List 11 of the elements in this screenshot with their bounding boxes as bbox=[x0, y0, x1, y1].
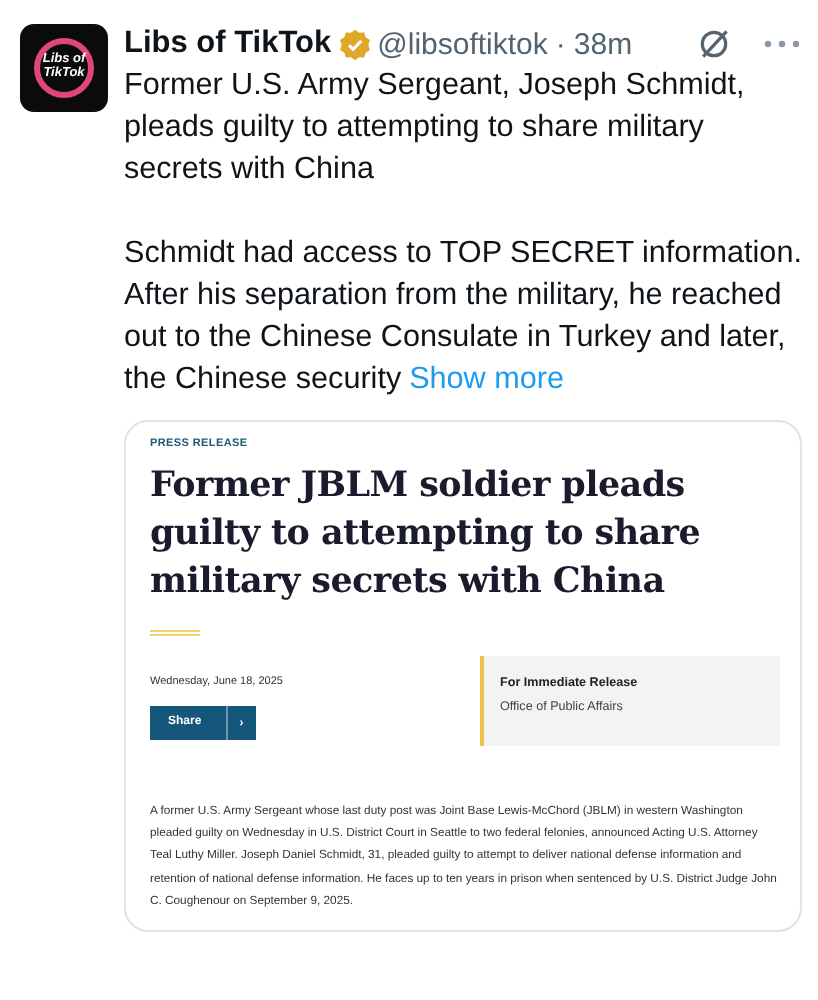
link-card[interactable] bbox=[124, 420, 802, 933]
separator: · bbox=[555, 27, 566, 61]
more-icon[interactable] bbox=[762, 38, 802, 50]
slashed-circle-icon[interactable] bbox=[696, 26, 732, 62]
author-name[interactable]: Libs of TikTok bbox=[124, 26, 332, 62]
post-text: Schmidt had access to TOP SECRET information. After his separation from the military, he reached out to the Chinese Consulate in Turkey and later, the Chinese security Show more bbox=[124, 234, 802, 400]
handle[interactable]: @libsoftiktok bbox=[377, 27, 548, 61]
headline: Former JBLM soldier pleads guilty to attempting to share military secrets with China bbox=[150, 464, 703, 606]
accent-rule bbox=[150, 630, 200, 636]
post-text: Former U.S. Army Sergeant, Joseph Schmidt, pleads guilty to attempting to share military secrets with China bbox=[124, 66, 747, 190]
post-time[interactable]: 38m bbox=[573, 27, 633, 61]
